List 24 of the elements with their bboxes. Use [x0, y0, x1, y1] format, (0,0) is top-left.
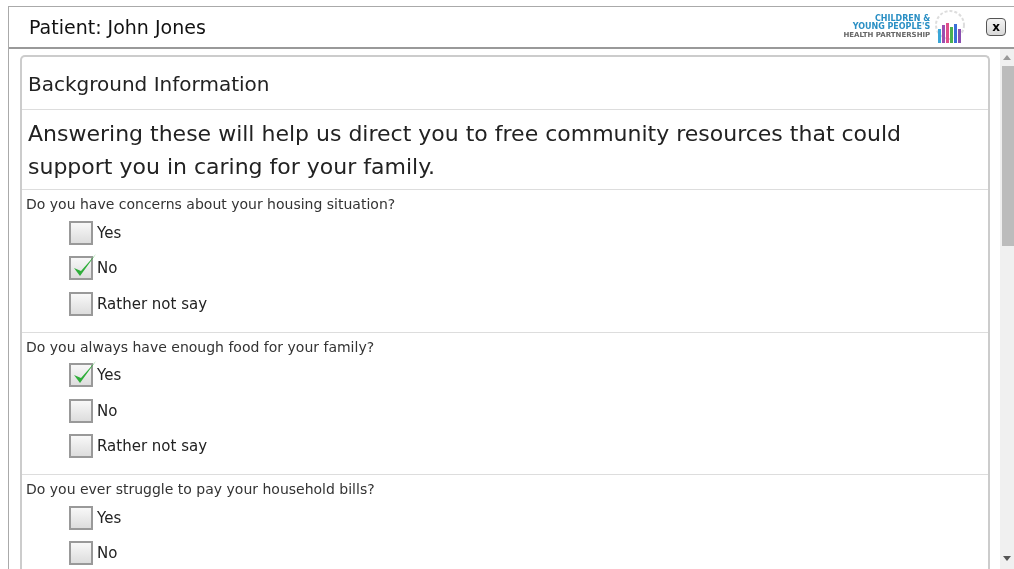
- question-text: Do you ever struggle to pay your household bills?: [26, 480, 376, 499]
- option-label[interactable]: Yes: [97, 506, 122, 529]
- option-label[interactable]: Yes: [97, 221, 122, 244]
- checked-checkbox[interactable]: [69, 363, 93, 388]
- checkbox[interactable]: [69, 398, 93, 423]
- question-text: Do you have concerns about your housing situation?: [26, 195, 397, 214]
- checkbox[interactable]: [69, 434, 93, 459]
- checkbox[interactable]: [69, 220, 93, 245]
- checkbox[interactable]: [69, 541, 93, 566]
- option-label[interactable]: No: [97, 399, 118, 422]
- checkbox[interactable]: [69, 291, 93, 316]
- option-label[interactable]: Yes: [97, 364, 122, 387]
- option-label[interactable]: Rather not say: [97, 292, 208, 315]
- question-text: Do you always have enough food for your family?: [26, 337, 376, 357]
- intro-text: Answering these will help us direct you to free community resources that could support you in caring for your family.: [22, 110, 988, 190]
- checked-checkbox[interactable]: [69, 256, 93, 281]
- checkbox[interactable]: [69, 505, 93, 530]
- card-title: Background Information: [22, 57, 988, 110]
- option-label[interactable]: No: [97, 542, 118, 565]
- option-label[interactable]: Rather not say: [97, 435, 208, 458]
- close-button[interactable]: x: [986, 18, 1006, 36]
- window-title: Patient: John Jones: [29, 14, 206, 40]
- option-label[interactable]: No: [97, 257, 118, 280]
- scrollbar[interactable]: [1000, 49, 1014, 569]
